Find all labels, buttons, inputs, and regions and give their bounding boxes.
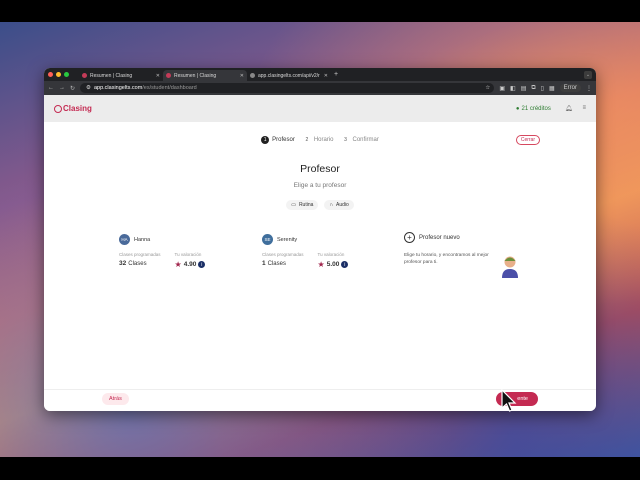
new-teacher-card[interactable]: + Profesor nuevo Elige tu horario, y enco…	[404, 232, 524, 278]
filter-chips: ▭ Rutina ∩ Audio	[44, 200, 596, 210]
info-icon[interactable]: i	[198, 261, 206, 268]
back-icon[interactable]: ←	[48, 85, 54, 91]
plus-icon: +	[404, 232, 415, 243]
close-button[interactable]: Cerrar	[515, 135, 540, 145]
close-window-button[interactable]	[48, 72, 53, 77]
mouse-cursor-icon	[501, 389, 517, 412]
classes-count: 32	[119, 260, 127, 267]
minimize-window-button[interactable]	[56, 72, 61, 77]
favicon-icon	[250, 73, 255, 78]
bell-icon[interactable]: 🔔︎	[565, 105, 573, 112]
error-button[interactable]: Error	[559, 84, 581, 92]
extension-icon[interactable]: ▣	[499, 85, 505, 92]
close-tab-icon[interactable]: ✕	[156, 73, 160, 79]
classes-label: Clases programadas	[262, 252, 304, 257]
tab-title: Resumen | Clasing	[174, 72, 217, 79]
favicon-icon	[82, 73, 87, 78]
classes-unit: Clases	[128, 260, 147, 267]
page-title: Profesor	[300, 163, 340, 175]
forward-icon[interactable]: →	[59, 85, 65, 91]
rating-value: 5.00	[326, 261, 340, 268]
profile-flag-icon[interactable]: ▦	[549, 85, 555, 92]
site-info-icon[interactable]: ⚙	[86, 85, 91, 91]
extension-icon[interactable]: ◧	[510, 85, 516, 92]
step-horario: 2 Horario	[303, 136, 334, 144]
info-icon[interactable]: i	[341, 261, 349, 268]
menu-icon[interactable]: ≡	[582, 105, 586, 112]
close-tab-icon[interactable]: ✕	[324, 73, 328, 79]
new-teacher-title: Profesor nuevo	[419, 234, 460, 241]
teacher-name: Hanna	[134, 236, 151, 243]
url-host: app.clasingelts.com	[93, 85, 143, 91]
book-icon: ▭	[291, 202, 296, 208]
step-label: Profesor	[272, 137, 295, 143]
address-toolbar: ← → ↻ ⚙ app.clasingelts.com/es/student/d…	[44, 81, 596, 95]
teacher-card-serenity[interactable]: SE Serenity Clases programadas 1 Clases Tu …	[262, 234, 392, 269]
tab-title: Resumen | Clasing	[90, 72, 133, 79]
desktop: Resumen | Clasing ✕ Resumen | Clasing ✕ ap…	[0, 22, 640, 457]
tab-3[interactable]: app.clasingelts.com/api/v2/r ✕	[247, 70, 331, 81]
filter-audio[interactable]: ∩ Audio	[324, 200, 354, 210]
filter-rutina[interactable]: ▭ Rutina	[286, 200, 319, 210]
tab-1[interactable]: Resumen | Clasing ✕	[79, 70, 163, 81]
coin-icon: ●	[515, 105, 520, 112]
tab-2[interactable]: Resumen | Clasing ✕	[163, 70, 247, 81]
step-profesor: 1 Profesor	[261, 136, 295, 144]
browser-window: Resumen | Clasing ✕ Resumen | Clasing ✕ ap…	[44, 68, 596, 411]
window-controls	[48, 72, 69, 77]
rating-value: 4.90	[183, 261, 197, 268]
tab-title: app.clasingelts.com/api/v2/r	[258, 72, 320, 79]
logo-text: Clasing	[63, 104, 92, 113]
tab-search-icon[interactable]: ⌄	[584, 70, 592, 79]
close-tab-icon[interactable]: ✕	[240, 73, 244, 79]
step-label: Horario	[313, 137, 334, 143]
step-confirmar: 3 Confirmar	[342, 136, 379, 144]
url-path: /es/student/dashboard	[142, 85, 197, 91]
rating-label: Tu valoración	[317, 252, 345, 257]
app-header: Clasing ● 21 créditos 🔔︎ ≡	[44, 95, 596, 122]
avatar: HA	[119, 234, 130, 245]
classes-count: 1	[262, 260, 266, 267]
step-number: 2	[305, 137, 309, 143]
bookmark-star-icon[interactable]: ☆	[485, 85, 490, 91]
puzzle-icon[interactable]: ⧉	[531, 85, 535, 92]
page-subtitle: Elige a tu profesor	[293, 182, 347, 189]
maximize-window-button[interactable]	[64, 72, 69, 77]
logo-icon	[54, 104, 62, 113]
avatar: SE	[262, 234, 273, 245]
tab-bar: Resumen | Clasing ✕ Resumen | Clasing ✕ ap…	[44, 68, 596, 81]
step-number: 1	[261, 136, 270, 144]
sidebar-icon[interactable]: ▯	[541, 85, 544, 92]
step-number: 3	[344, 137, 347, 143]
teacher-card-hanna[interactable]: HA Hanna Clases programadas 32 Clases Tu va…	[119, 234, 249, 269]
new-teacher-description: Elige tu horario, y encontramos al mejor…	[404, 253, 489, 265]
teacher-illustration-icon	[502, 256, 518, 278]
logo[interactable]: Clasing	[54, 104, 92, 113]
credits-text: 21 créditos	[521, 105, 551, 112]
new-tab-icon[interactable]: +	[334, 71, 338, 78]
extension-icon[interactable]: ▤	[521, 85, 527, 92]
teacher-name: Serenity	[277, 236, 298, 243]
step-label: Confirmar	[352, 137, 379, 143]
filter-label: Rutina	[298, 202, 314, 208]
rating-label: Tu valoración	[174, 252, 202, 257]
schedule-class-modal: 1 Profesor 2 Horario 3 Confirmar Cerrar Pro…	[44, 122, 596, 411]
star-icon: ★	[317, 260, 325, 269]
address-bar[interactable]: ⚙ app.clasingelts.com/es/student/dashboa…	[80, 83, 495, 93]
back-button[interactable]: Atrás	[102, 393, 129, 405]
classes-label: Clases programadas	[119, 252, 161, 257]
reload-icon[interactable]: ↻	[70, 85, 75, 92]
headphones-icon: ∩	[329, 202, 333, 208]
classes-unit: Clases	[267, 260, 286, 267]
filter-label: Audio	[335, 202, 349, 208]
star-icon: ★	[174, 260, 182, 269]
extensions: ▣ ◧ ▤ ⧉ ▯ ▦ Error ⋮	[499, 84, 592, 92]
menu-icon[interactable]: ⋮	[586, 85, 592, 92]
favicon-icon	[166, 73, 171, 78]
credits-badge[interactable]: ● 21 créditos	[516, 106, 551, 112]
wizard-steps: 1 Profesor 2 Horario 3 Confirmar	[44, 136, 596, 144]
